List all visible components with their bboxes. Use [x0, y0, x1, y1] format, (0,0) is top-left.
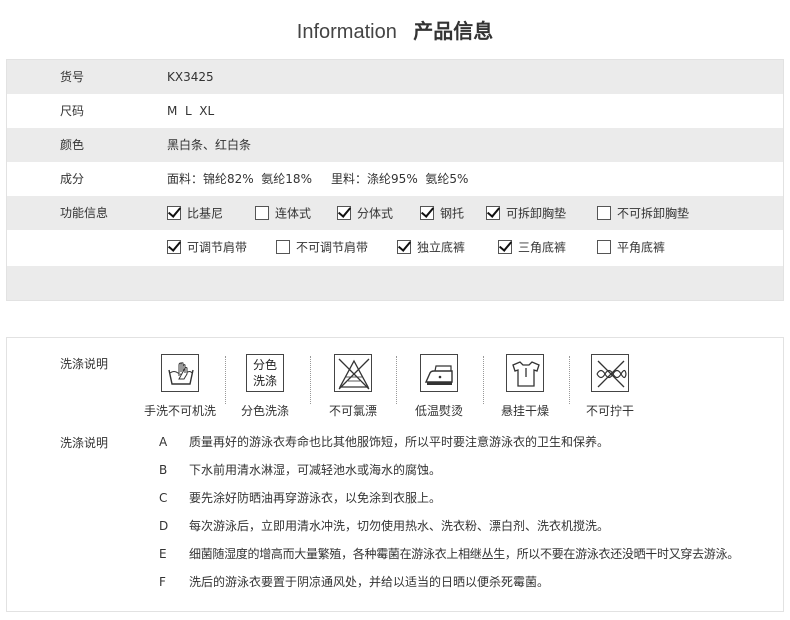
- feature-option-label: 连体式: [275, 206, 312, 221]
- info-row-features-1: 功能信息 比基尼 连体式 分体式 钢托 可拆卸胸垫 不可拆卸胸垫: [7, 196, 783, 230]
- checkbox-icon[interactable]: [167, 205, 181, 220]
- note-letter: D: [159, 519, 169, 533]
- care-caption: 不可拧干: [585, 404, 634, 418]
- icon-text-line: 分色: [252, 358, 277, 372]
- sku-value: KX3425: [167, 70, 214, 84]
- feature-option-label: 三角底裤: [518, 240, 567, 255]
- care-note: A 质量再好的游泳衣寿命也比其他服饰短，所以平时要注意游泳衣的卫生和保养。: [159, 432, 609, 452]
- checkbox-icon[interactable]: [167, 239, 181, 254]
- care-note: F 洗后的游泳衣要置于阴凉通风处，并给以适当的日晒以便杀死霉菌。: [159, 572, 549, 592]
- feature-option-label: 可调节肩带: [187, 240, 248, 255]
- icon-text-line: 洗涤: [252, 374, 277, 388]
- checkbox-icon[interactable]: [397, 239, 411, 254]
- feature-option-label: 分体式: [357, 206, 394, 221]
- care-item-low-iron: 低温熨烫: [397, 354, 481, 419]
- note-letter: F: [159, 575, 166, 589]
- hand-wash-icon: [161, 354, 199, 392]
- info-row-sku: 货号 KX3425: [7, 60, 783, 94]
- note-text: 洗后的游泳衣要置于阴凉通风处，并给以适当的日晒以便杀死霉菌。: [189, 575, 550, 589]
- feature-option[interactable]: 不可拆卸胸垫: [597, 205, 689, 221]
- checkbox-icon[interactable]: [597, 205, 611, 220]
- feature-option[interactable]: 可拆卸胸垫: [486, 205, 566, 221]
- checkbox-icon[interactable]: [337, 205, 351, 220]
- low-iron-icon: [420, 354, 458, 392]
- info-row-material: 成分 面料：锦纶82% 氨纶18% 里料：涤纶95% 氨纶5%: [7, 162, 783, 196]
- note-text: 下水前用清水淋湿，可减轻池水或海水的腐蚀。: [189, 463, 442, 477]
- feature-option-label: 比基尼: [187, 206, 224, 221]
- feature-option[interactable]: 可调节肩带: [167, 239, 247, 255]
- feature-option-label: 不可调节肩带: [296, 240, 369, 255]
- checkbox-icon[interactable]: [420, 205, 434, 220]
- feature-option[interactable]: 钢托: [420, 205, 464, 221]
- feature-option[interactable]: 不可调节肩带: [276, 239, 368, 255]
- feature-option[interactable]: 分体式: [337, 205, 393, 221]
- care-notes-label: 洗涤说明: [60, 436, 109, 450]
- separate-wash-icon: 分色 洗涤: [246, 354, 284, 392]
- care-caption: 低温熨烫: [414, 404, 463, 418]
- care-caption: 不可氯漂: [328, 404, 377, 418]
- care-symbols-label: 洗涤说明: [60, 357, 109, 371]
- note-text: 要先涂好防晒油再穿游泳衣，以免涂到衣服上。: [189, 491, 442, 505]
- checkbox-icon[interactable]: [486, 205, 500, 220]
- care-caption: 分色洗涤: [240, 404, 289, 418]
- note-text: 细菌随湿度的增高而大量繁殖，各种霉菌在游泳衣上相继丛生，所以不要在游泳衣还没晒干…: [189, 547, 739, 561]
- feature-option[interactable]: 三角底裤: [498, 239, 566, 255]
- care-item-no-wring: 不可拧干: [568, 354, 652, 419]
- feature-option-label: 不可拆卸胸垫: [617, 206, 690, 221]
- info-row-color: 颜色 黑白条、红白条: [7, 128, 783, 162]
- care-item-hang-dry: 悬挂干燥: [483, 354, 567, 419]
- checkbox-icon[interactable]: [498, 239, 512, 254]
- care-caption: 悬挂干燥: [500, 404, 549, 418]
- no-bleach-icon: [334, 354, 372, 392]
- info-row-empty: [7, 266, 783, 300]
- info-row-size: 尺码 M L XL: [7, 94, 783, 128]
- feature-option-label: 钢托: [440, 206, 465, 221]
- material-value: 面料：锦纶82% 氨纶18% 里料：涤纶95% 氨纶5%: [167, 172, 469, 186]
- feature-option[interactable]: 平角底裤: [597, 239, 665, 255]
- hang-dry-icon: [506, 354, 544, 392]
- care-item-separate-wash: 分色 洗涤 分色洗涤: [223, 354, 307, 419]
- size-value: M L XL: [167, 104, 215, 118]
- note-text: 每次游泳后，立即用清水冲洗，切勿使用热水、洗衣粉、漂白剂、洗衣机搅洗。: [189, 519, 610, 533]
- color-value: 黑白条、红白条: [167, 138, 252, 152]
- care-note: B 下水前用清水淋湿，可减轻池水或海水的腐蚀。: [159, 460, 441, 480]
- feature-option-label: 可拆卸胸垫: [506, 206, 567, 221]
- note-letter: A: [159, 435, 168, 449]
- care-item-hand-wash: 手洗不可机洗: [138, 354, 222, 419]
- color-label: 颜色: [60, 138, 85, 152]
- checkbox-icon[interactable]: [255, 205, 269, 220]
- care-item-no-bleach: 不可氯漂: [311, 354, 395, 419]
- checkbox-icon[interactable]: [276, 239, 290, 254]
- care-caption: 手洗不可机洗: [143, 404, 216, 418]
- care-instructions-panel: 洗涤说明 手洗不可机洗 分色 洗涤 分色洗涤 不可氯漂 低温熨烫 悬挂干燥 不可…: [6, 337, 784, 612]
- title-chinese: 产品信息: [413, 19, 494, 43]
- feature-option[interactable]: 独立底裤: [397, 239, 465, 255]
- note-letter: C: [159, 491, 168, 505]
- care-note: D 每次游泳后，立即用清水冲洗，切勿使用热水、洗衣粉、漂白剂、洗衣机搅洗。: [159, 516, 609, 536]
- title-english: Information: [296, 21, 397, 43]
- no-wring-icon: [591, 354, 629, 392]
- info-row-features-2: 可调节肩带 不可调节肩带 独立底裤 三角底裤 平角底裤: [7, 230, 783, 264]
- note-text: 质量再好的游泳衣寿命也比其他服饰短，所以平时要注意游泳衣的卫生和保养。: [189, 435, 610, 449]
- size-label: 尺码: [60, 104, 85, 118]
- care-note: E 细菌随湿度的增高而大量繁殖，各种霉菌在游泳衣上相继丛生，所以不要在游泳衣还没晒…: [159, 544, 739, 564]
- feature-option[interactable]: 比基尼: [167, 205, 223, 221]
- sku-label: 货号: [60, 70, 85, 84]
- features-label: 功能信息: [60, 206, 109, 220]
- note-letter: E: [159, 547, 167, 561]
- feature-option[interactable]: 连体式: [255, 205, 311, 221]
- checkbox-icon[interactable]: [597, 239, 611, 254]
- material-label: 成分: [60, 172, 85, 186]
- feature-option-label: 独立底裤: [417, 240, 466, 255]
- page-title: Information 产品信息: [0, 15, 790, 44]
- care-note: C 要先涂好防晒油再穿游泳衣，以免涂到衣服上。: [159, 488, 441, 508]
- feature-option-label: 平角底裤: [617, 240, 666, 255]
- product-info-panel: 货号 KX3425 尺码 M L XL 颜色 黑白条、红白条 成分 面料：锦纶8…: [6, 59, 784, 301]
- note-letter: B: [159, 463, 168, 477]
